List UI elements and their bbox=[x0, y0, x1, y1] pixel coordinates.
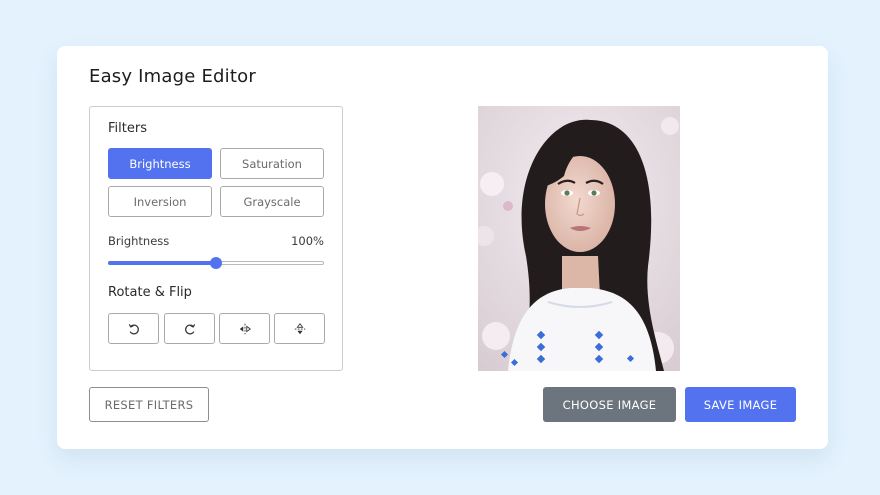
save-image-button[interactable]: SAVE IMAGE bbox=[685, 387, 796, 422]
slider-value: 100% bbox=[291, 234, 324, 248]
slider-fill bbox=[108, 261, 216, 265]
editor-card: Easy Image Editor Filters Brightness Sat… bbox=[57, 46, 828, 449]
image-preview bbox=[478, 106, 680, 371]
rotate-left-button[interactable] bbox=[108, 313, 159, 344]
rotate-left-icon bbox=[128, 323, 139, 334]
brightness-slider[interactable] bbox=[108, 257, 324, 269]
rotate-heading: Rotate & Flip bbox=[108, 285, 192, 300]
flip-horizontal-icon bbox=[239, 323, 251, 334]
reset-filters-button[interactable]: RESET FILTERS bbox=[89, 387, 209, 422]
slider-thumb[interactable] bbox=[210, 257, 222, 269]
editor-panel: Filters Brightness Saturation Inversion … bbox=[89, 106, 343, 371]
page-title: Easy Image Editor bbox=[89, 66, 256, 87]
flip-vertical-icon bbox=[294, 322, 305, 334]
slider-label: Brightness bbox=[108, 234, 170, 248]
choose-image-button[interactable]: CHOOSE IMAGE bbox=[543, 387, 676, 422]
flip-vertical-button[interactable] bbox=[274, 313, 325, 344]
rotate-right-icon bbox=[184, 323, 195, 334]
rotate-right-button[interactable] bbox=[164, 313, 215, 344]
flip-horizontal-button[interactable] bbox=[219, 313, 270, 344]
filter-grayscale-button[interactable]: Grayscale bbox=[220, 186, 324, 217]
filter-saturation-button[interactable]: Saturation bbox=[220, 148, 324, 179]
filters-heading: Filters bbox=[108, 121, 147, 136]
filter-brightness-button[interactable]: Brightness bbox=[108, 148, 212, 179]
filter-inversion-button[interactable]: Inversion bbox=[108, 186, 212, 217]
preview-photo bbox=[478, 106, 680, 371]
